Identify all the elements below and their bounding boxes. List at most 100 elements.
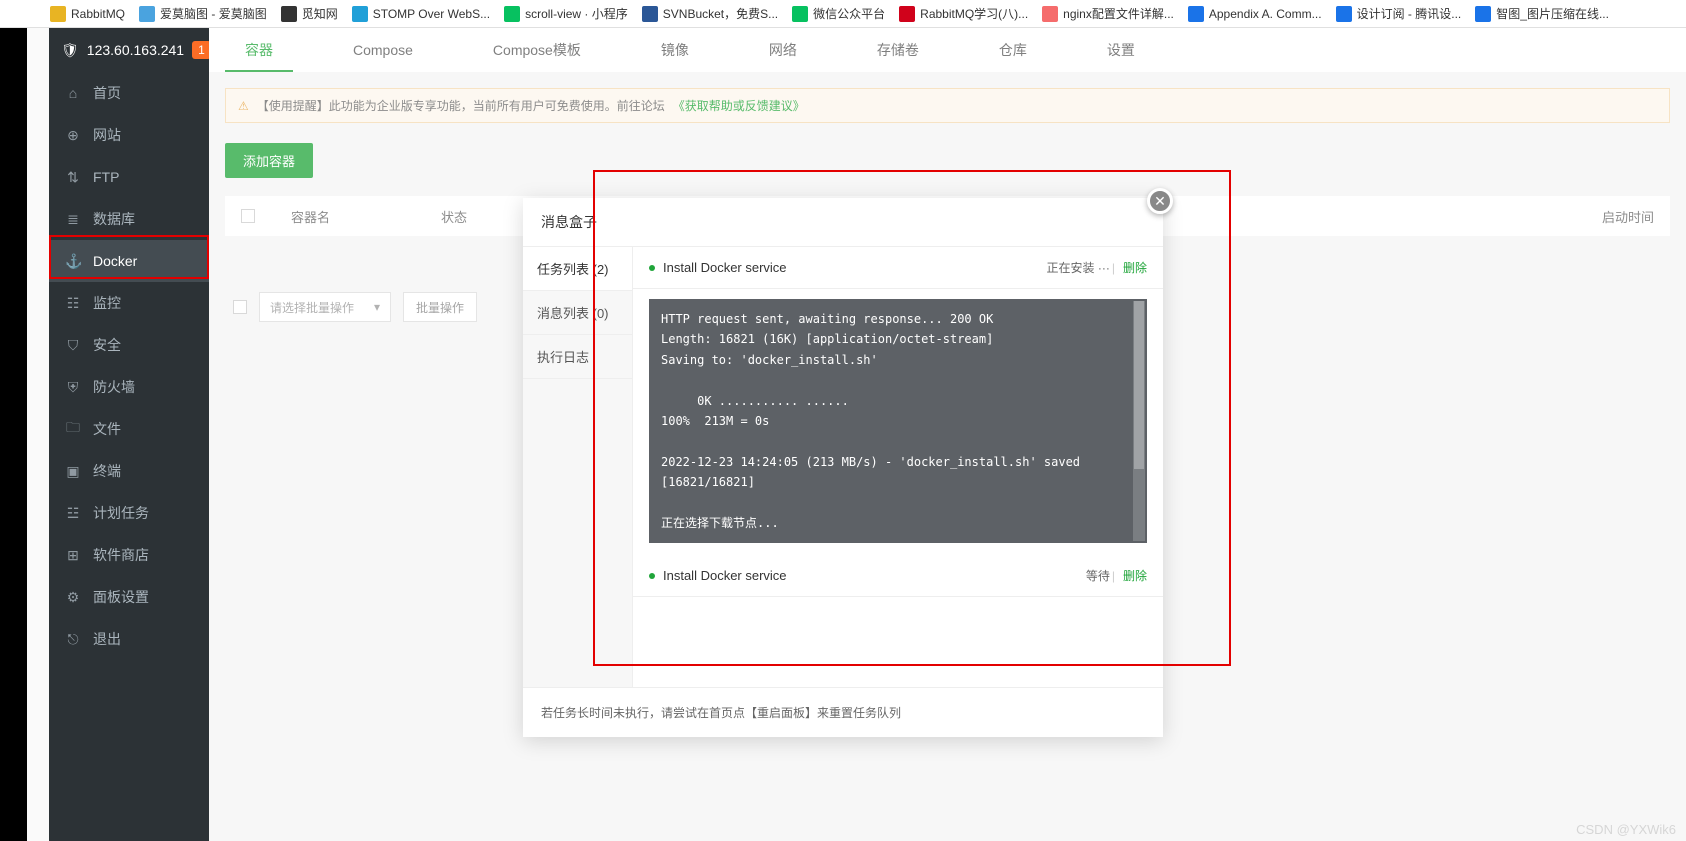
- bookmark-label: scroll-view · 小程序: [525, 5, 628, 22]
- sidebar-item-数据库[interactable]: ≣ 数据库: [49, 198, 209, 240]
- bookmark-favicon: [50, 6, 66, 22]
- delete-link[interactable]: 删除: [1123, 261, 1147, 275]
- bookmark-item[interactable]: RabbitMQ: [50, 6, 125, 22]
- add-container-button[interactable]: 添加容器: [225, 143, 313, 178]
- sidebar-item-面板设置[interactable]: ⚙面板设置: [49, 576, 209, 618]
- bookmark-item[interactable]: 微信公众平台: [792, 5, 885, 22]
- bookmark-favicon: [899, 6, 915, 22]
- bookmark-favicon: [1475, 6, 1491, 22]
- sidebar-item-label: 网站: [93, 125, 121, 145]
- col-container-name: 容器名: [291, 207, 411, 226]
- sidebar-item-软件商店[interactable]: ⊞软件商店: [49, 534, 209, 576]
- task-item: Install Docker service 正在安装 ···|删除: [633, 247, 1163, 289]
- sidebar-item-首页[interactable]: ⌂首页: [49, 72, 209, 114]
- modal-footer: 若任务长时间未执行，请尝试在首页点【重启面板】来重置任务队列: [523, 687, 1163, 737]
- bookmark-item[interactable]: STOMP Over WebS...: [352, 6, 490, 22]
- toolbar: 添加容器: [225, 143, 1670, 178]
- sidebar-icon: ⇅: [65, 169, 81, 186]
- sidebar-item-网站[interactable]: ⊕网站: [49, 114, 209, 156]
- bookmark-label: 设计订阅 - 腾讯设...: [1357, 5, 1462, 22]
- left-black-strip: [0, 28, 27, 841]
- modal-side-item[interactable]: 任务列表 (2): [523, 247, 632, 291]
- left-white-strip: [27, 28, 49, 841]
- notification-badge[interactable]: 1: [192, 41, 211, 59]
- sidebar-item-label: 退出: [93, 629, 121, 649]
- sidebar-item-FTP[interactable]: ⇅FTP: [49, 156, 209, 198]
- sidebar-icon: ☷: [65, 295, 81, 312]
- select-all-checkbox[interactable]: [241, 209, 255, 223]
- bookmark-label: nginx配置文件详解...: [1063, 5, 1174, 22]
- close-icon[interactable]: ✕: [1147, 188, 1173, 214]
- watermark: CSDN @YXWik6: [1576, 822, 1676, 837]
- task-item: Install Docker service 等待|删除: [633, 555, 1163, 597]
- tabs: 容器 Compose Compose模板镜像网络存储卷仓库设置: [209, 28, 1686, 72]
- batch-action-button[interactable]: 批量操作: [403, 292, 477, 322]
- chevron-down-icon: ▾: [374, 300, 380, 314]
- sidebar-item-文件[interactable]: 🗀文件: [49, 408, 209, 450]
- bookmark-item[interactable]: 觅知网: [281, 5, 338, 22]
- bookmark-label: RabbitMQ学习(八)...: [920, 5, 1028, 22]
- tab-设置[interactable]: 设置: [1087, 28, 1155, 72]
- bookmark-item[interactable]: 爱莫脑图 - 爱莫脑图: [139, 5, 267, 22]
- bookmark-label: RabbitMQ: [71, 7, 125, 21]
- sidebar-item-退出[interactable]: ⎋退出: [49, 618, 209, 660]
- sidebar-item-label: 首页: [93, 83, 121, 103]
- bookmark-label: STOMP Over WebS...: [373, 7, 490, 21]
- bookmark-label: 觅知网: [302, 5, 338, 22]
- sidebar-item-label: 数据库: [93, 209, 135, 229]
- sidebar-item-防火墙[interactable]: ⛨防火墙: [49, 366, 209, 408]
- sidebar-item-Docker[interactable]: ⚓Docker: [49, 240, 209, 282]
- sidebar-icon: ⛉: [65, 337, 81, 354]
- sidebar-item-label: 面板设置: [93, 587, 149, 607]
- sidebar-item-终端[interactable]: ▣终端: [49, 450, 209, 492]
- bookmark-item[interactable]: RabbitMQ学习(八)...: [899, 5, 1028, 22]
- app-container: 🛡 123.60.163.241 1 ⌂首页⊕网站⇅FTP≣数据库⚓Docker…: [0, 28, 1686, 841]
- bookmark-favicon: [1188, 6, 1204, 22]
- task-title: Install Docker service: [663, 260, 787, 275]
- bookmark-label: 智图_图片压缩在线...: [1496, 5, 1609, 22]
- tab-Compose模板[interactable]: Compose模板: [473, 28, 601, 72]
- modal-side-item[interactable]: 消息列表 (0): [523, 291, 632, 335]
- sidebar-icon: ⊞: [65, 547, 81, 564]
- sidebar-icon: ▣: [65, 463, 81, 480]
- alert-link[interactable]: 《获取帮助或反馈建议》: [673, 97, 805, 114]
- bookmark-item[interactable]: 智图_图片压缩在线...: [1475, 5, 1609, 22]
- sidebar-item-label: 安全: [93, 335, 121, 355]
- bookmark-label: SVNBucket，免费S...: [663, 5, 778, 22]
- scrollbar[interactable]: [1133, 301, 1145, 541]
- bookmark-favicon: [281, 6, 297, 22]
- bookmark-item[interactable]: SVNBucket，免费S...: [642, 5, 778, 22]
- tab-存储卷[interactable]: 存储卷: [857, 28, 939, 72]
- tab-镜像[interactable]: 镜像: [641, 28, 709, 72]
- modal-side-item[interactable]: 执行日志: [523, 335, 632, 379]
- delete-link[interactable]: 删除: [1123, 569, 1147, 583]
- sidebar-item-安全[interactable]: ⛉ 安全: [49, 324, 209, 366]
- bookmark-item[interactable]: nginx配置文件详解...: [1042, 5, 1174, 22]
- sidebar-item-label: 文件: [93, 419, 121, 439]
- tab-Compose[interactable]: Compose: [333, 28, 433, 72]
- bookmark-item[interactable]: Appendix A. Comm...: [1188, 6, 1322, 22]
- bookmark-favicon: [642, 6, 658, 22]
- tab-网络[interactable]: 网络: [749, 28, 817, 72]
- bookmark-favicon: [792, 6, 808, 22]
- tab-容器[interactable]: 容器: [225, 28, 293, 72]
- server-ip: 123.60.163.241: [87, 42, 184, 58]
- sidebar-item-监控[interactable]: ☷ 监控: [49, 282, 209, 324]
- bookmark-favicon: [352, 6, 368, 22]
- sidebar-item-label: 防火墙: [93, 377, 135, 397]
- batch-checkbox[interactable]: [233, 300, 247, 314]
- warning-icon: ⚠: [238, 99, 249, 113]
- message-box-modal: ✕ 消息盒子 任务列表 (2)消息列表 (0)执行日志 Install Dock…: [523, 198, 1163, 737]
- batch-select[interactable]: 请选择批量操作 ▾: [259, 292, 391, 322]
- tab-仓库[interactable]: 仓库: [979, 28, 1047, 72]
- alert-text: 【使用提醒】此功能为企业版专享功能，当前所有用户可免费使用。前往论坛: [257, 97, 665, 114]
- bookmark-item[interactable]: 设计订阅 - 腾讯设...: [1336, 5, 1462, 22]
- scrollbar-thumb[interactable]: [1134, 301, 1144, 469]
- sidebar-item-计划任务[interactable]: ☳计划任务: [49, 492, 209, 534]
- task-status: 等待|删除: [1086, 567, 1147, 584]
- bookmark-label: 爱莫脑图 - 爱莫脑图: [160, 5, 267, 22]
- bookmark-item[interactable]: scroll-view · 小程序: [504, 5, 628, 22]
- alert-banner: ⚠ 【使用提醒】此功能为企业版专享功能，当前所有用户可免费使用。前往论坛 《获取…: [225, 88, 1670, 123]
- sidebar-icon: ≣: [65, 211, 81, 228]
- sidebar-item-label: 监控: [93, 293, 121, 313]
